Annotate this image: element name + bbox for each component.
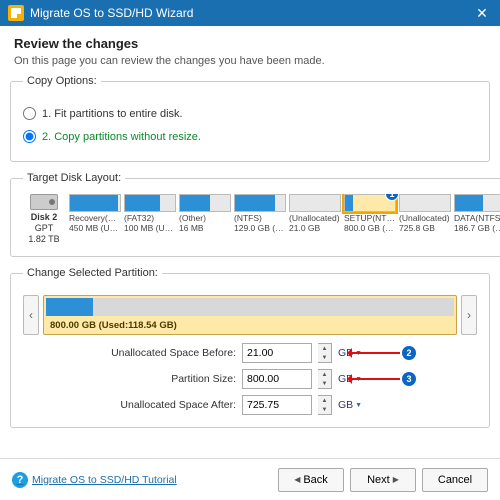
partition-name: (NTFS) (234, 214, 286, 224)
partition-size: 129.0 GB (Used) (234, 224, 286, 234)
size-label: Unallocated Space After: (86, 399, 236, 411)
partition-block[interactable]: Recovery(NTFS)450 MB (Used) (69, 194, 121, 234)
change-partition-group: Change Selected Partition: ‹ 800.00 GB (… (10, 267, 490, 428)
slider-left-button[interactable]: ‹ (23, 295, 39, 335)
red-arrow-icon (348, 378, 400, 380)
callout-3: 3 (402, 372, 416, 386)
cancel-button[interactable]: Cancel (422, 468, 488, 492)
partition-block[interactable]: (Unallocated)21.0 GB (289, 194, 341, 234)
hdd-icon (30, 194, 58, 210)
back-button-label: Back (303, 474, 327, 486)
close-icon[interactable]: ✕ (472, 5, 492, 22)
title-bar: Migrate OS to SSD/HD Wizard ✕ (0, 0, 500, 26)
tutorial-link-label: Migrate OS to SSD/HD Tutorial (32, 474, 177, 486)
partition-block[interactable]: 1 SETUP(NTFS)800.0 GB (Used) (344, 194, 396, 234)
red-arrow-icon (348, 352, 400, 354)
partition-name: DATA(NTFS) (454, 214, 500, 224)
disk-size: 1.82 TB (28, 234, 59, 245)
partition-size: 800.0 GB (Used) (344, 224, 396, 234)
size-label: Partition Size: (86, 373, 236, 385)
unit-select[interactable]: GB ▼ (338, 399, 368, 411)
next-button[interactable]: Next▶ (350, 468, 416, 492)
partition-name: (FAT32) (124, 214, 176, 224)
partition-block[interactable]: (Other)16 MB (179, 194, 231, 234)
partition-size: 186.7 GB (Used) (454, 224, 500, 234)
window-title: Migrate OS to SSD/HD Wizard (30, 6, 193, 20)
partition-block[interactable]: (Unallocated)725.8 GB (399, 194, 451, 234)
size-input[interactable] (242, 369, 312, 389)
partition-slider-row: ‹ 800.00 GB (Used:118.54 GB) › (23, 295, 477, 335)
partition-name: Recovery(NTFS) (69, 214, 121, 224)
page-header: Review the changes On this page you can … (0, 26, 500, 75)
size-input[interactable] (242, 343, 312, 363)
copy-options-group: Copy Options: 1. Fit partitions to entir… (10, 75, 490, 162)
slider-right-button[interactable]: › (461, 295, 477, 335)
disk-info: Disk 2 GPT 1.82 TB (23, 194, 65, 244)
app-logo-icon (8, 5, 24, 21)
copy-option-noresize-label: 2. Copy partitions without resize. (42, 131, 201, 143)
partition-name: (Unallocated) (399, 214, 451, 224)
spinner[interactable]: ▲▼ (318, 395, 332, 415)
partition-name: (Unallocated) (289, 214, 341, 224)
partition-slider[interactable]: 800.00 GB (Used:118.54 GB) (43, 295, 457, 335)
spinner[interactable]: ▲▼ (318, 369, 332, 389)
page-title: Review the changes (14, 36, 486, 51)
partition-block[interactable]: (FAT32)100 MB (Used) (124, 194, 176, 234)
cancel-button-label: Cancel (438, 474, 472, 486)
slider-used-fill (46, 298, 95, 316)
partition-size: 16 MB (179, 224, 231, 234)
tutorial-link[interactable]: ? Migrate OS to SSD/HD Tutorial (12, 472, 177, 488)
spinner[interactable]: ▲▼ (318, 343, 332, 363)
target-disk-layout-legend: Target Disk Layout: (23, 172, 125, 184)
slider-caption: 800.00 GB (Used:118.54 GB) (50, 320, 177, 331)
partition-size: 100 MB (Used) (124, 224, 176, 234)
slider-free-fill (93, 298, 454, 316)
next-button-label: Next (367, 474, 390, 486)
disk-name: Disk 2 (31, 212, 58, 223)
size-label: Unallocated Space Before: (86, 347, 236, 359)
partition-block[interactable]: DATA(NTFS)186.7 GB (Used) (454, 194, 500, 234)
help-icon: ? (12, 472, 28, 488)
partition-size: 21.0 GB (289, 224, 341, 234)
partition-size: 725.8 GB (399, 224, 451, 234)
partition-name: (Other) (179, 214, 231, 224)
copy-option-noresize[interactable]: 2. Copy partitions without resize. (23, 130, 477, 143)
copy-option-fit[interactable]: 1. Fit partitions to entire disk. (23, 107, 477, 120)
page-subtitle: On this page you can review the changes … (14, 55, 486, 67)
partition-size: 450 MB (Used) (69, 224, 121, 234)
copy-options-legend: Copy Options: (23, 75, 101, 87)
disk-type: GPT (35, 223, 54, 234)
radio-noresize[interactable] (23, 130, 36, 143)
partition-name: SETUP(NTFS) (344, 214, 396, 224)
radio-fit[interactable] (23, 107, 36, 120)
back-button[interactable]: ◀Back (278, 468, 344, 492)
partition-form: Unallocated Space Before: ▲▼ GB ▼ 2 Partitio… (23, 343, 477, 415)
partition-block[interactable]: (NTFS)129.0 GB (Used) (234, 194, 286, 234)
footer-bar: ? Migrate OS to SSD/HD Tutorial ◀Back Ne… (0, 458, 500, 500)
disk-layout-row: Disk 2 GPT 1.82 TB Recovery(NTFS)450 MB … (23, 194, 500, 244)
copy-option-fit-label: 1. Fit partitions to entire disk. (42, 108, 183, 120)
change-partition-legend: Change Selected Partition: (23, 267, 162, 279)
target-disk-layout-group: Target Disk Layout: Disk 2 GPT 1.82 TB R… (10, 172, 500, 257)
callout-2: 2 (402, 346, 416, 360)
callout-1: 1 (385, 194, 399, 201)
size-input[interactable] (242, 395, 312, 415)
